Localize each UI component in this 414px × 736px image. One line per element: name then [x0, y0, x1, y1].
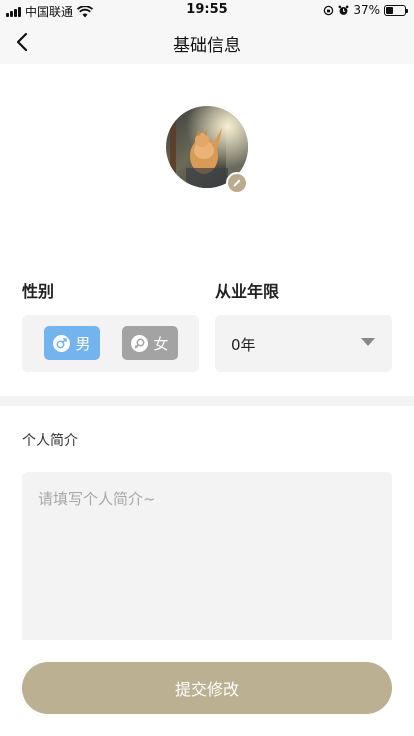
experience-label: 从业年限	[215, 282, 280, 301]
male-icon	[53, 334, 71, 352]
nav-bar: 基础信息	[0, 20, 414, 64]
page-title: 基础信息	[173, 36, 241, 56]
gender-female-label: 女	[153, 334, 169, 353]
orientation-lock-icon	[324, 5, 334, 15]
status-bar: 中国联通 19:55 37%	[0, 0, 414, 20]
avatar-section	[166, 106, 248, 194]
gender-male-label: 男	[75, 334, 91, 353]
caret-down-icon	[361, 338, 375, 346]
gender-selector: 男 女	[22, 315, 199, 372]
pencil-icon	[233, 179, 241, 187]
alarm-icon	[338, 5, 349, 15]
gender-male-button[interactable]: 男	[44, 326, 100, 360]
experience-value: 0年	[231, 336, 256, 354]
gender-label: 性别	[22, 282, 55, 301]
section-divider	[0, 396, 414, 406]
female-icon	[131, 334, 149, 352]
intro-textarea[interactable]	[22, 472, 392, 640]
battery-percent: 37%	[353, 3, 380, 17]
battery-icon	[384, 4, 408, 16]
status-right: 37%	[323, 3, 408, 17]
submit-button[interactable]: 提交修改	[22, 662, 392, 714]
experience-select[interactable]: 0年	[215, 315, 392, 372]
edit-avatar-button[interactable]	[226, 172, 248, 194]
intro-label: 个人简介	[22, 433, 78, 449]
gender-female-button[interactable]: 女	[122, 326, 178, 360]
